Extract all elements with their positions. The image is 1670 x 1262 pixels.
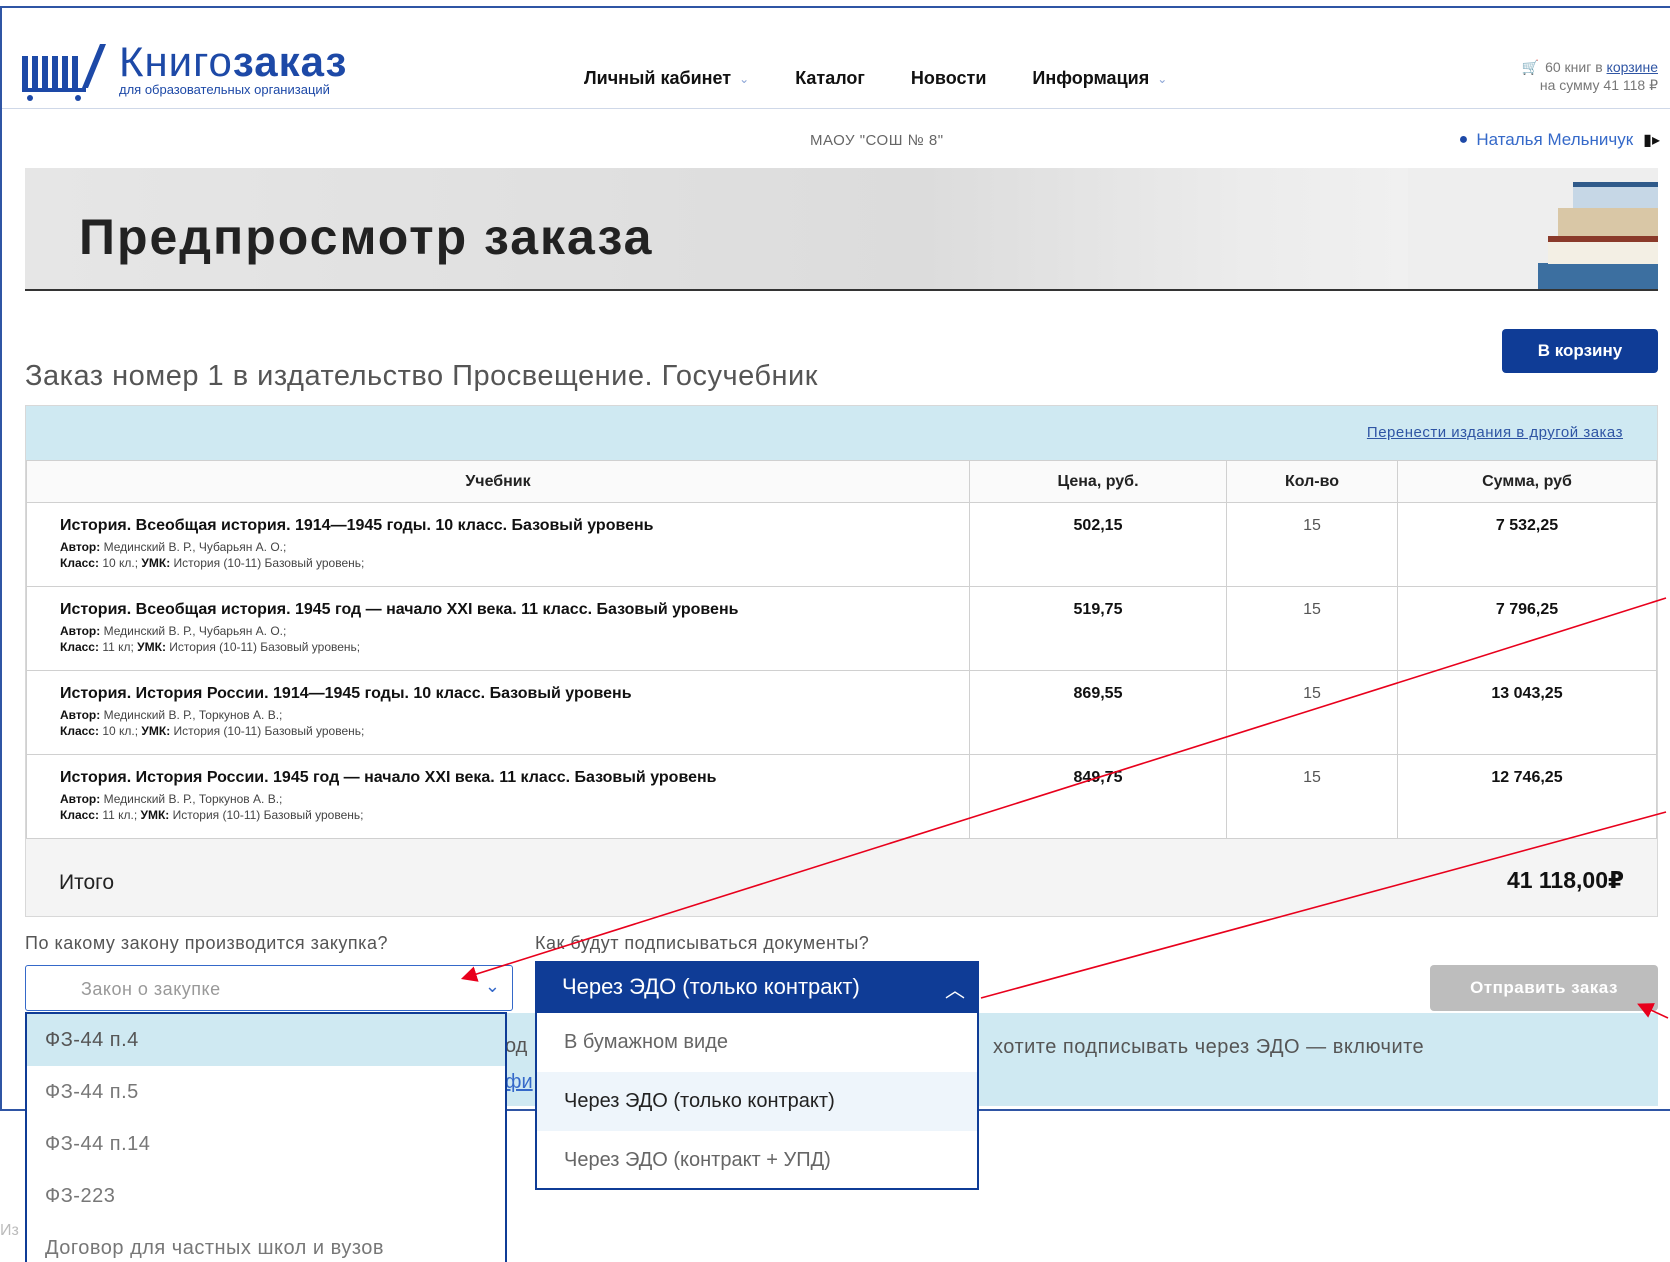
footer-fragment: Из [0, 1222, 19, 1239]
sign-option[interactable]: Через ЭДО (только контракт) [537, 1072, 977, 1131]
info-link-fragment[interactable]: фи [505, 1071, 533, 1094]
cart-icon[interactable]: 🛒 [1522, 58, 1539, 76]
qty-cell: 15 [1226, 502, 1398, 587]
header-divider [2, 108, 1670, 109]
nav-news[interactable]: Новости [911, 68, 986, 89]
books-illustration [1408, 168, 1658, 289]
chevron-down-icon: ⌄ [1157, 71, 1168, 86]
price-cell: 849,75 [969, 754, 1227, 839]
user-menu[interactable]: ● Наталья Мельничук ▮▸ [1459, 130, 1660, 150]
move-items-link[interactable]: Перенести издания в другой заказ [1367, 424, 1623, 441]
law-option[interactable]: ФЗ-44 п.14 [27, 1118, 505, 1170]
main-nav: Личный кабинет ⌄ Каталог Новости Информац… [584, 68, 1213, 89]
user-name[interactable]: Наталья Мельничук [1476, 130, 1633, 150]
law-select-placeholder: Закон о закупке [81, 979, 221, 999]
total-row: Итого 41 118,00₽ [26, 839, 1657, 919]
order-title: Заказ номер 1 в издательство Просвещение… [25, 360, 818, 392]
send-order-button[interactable]: Отправить заказ [1430, 965, 1658, 1011]
qty-cell: 15 [1226, 754, 1398, 839]
chevron-up-icon: ︿ [945, 980, 965, 1002]
sign-option[interactable]: В бумажном виде [537, 1013, 977, 1072]
to-cart-button[interactable]: В корзину [1502, 329, 1658, 373]
page-banner: Предпросмотр заказа [25, 168, 1658, 291]
sum-cell: 7 532,25 [1397, 502, 1657, 587]
price-cell: 869,55 [969, 670, 1227, 755]
sum-cell: 13 043,25 [1397, 670, 1657, 755]
sum-cell: 12 746,25 [1397, 754, 1657, 839]
book-title: История. История России. 1945 год — нача… [60, 769, 717, 786]
school-name: МАОУ "СОШ № 8" [810, 132, 944, 149]
sign-dropdown-list: В бумажном виде Через ЭДО (только контра… [535, 1013, 979, 1190]
chevron-down-icon: ⌄ [739, 71, 750, 86]
sign-select[interactable]: Через ЭДО (только контракт) ︿ [535, 961, 979, 1013]
table-row: История. Всеобщая история. 1914—1945 год… [26, 502, 1657, 587]
col-header-textbook: Учебник [26, 460, 970, 503]
order-toolbar: Перенести издания в другой заказ [26, 406, 1657, 460]
law-option[interactable]: ФЗ-44 п.5 [27, 1066, 505, 1118]
chevron-down-icon: ⌄ [484, 976, 500, 996]
law-question-label: По какому закону производится закупка? [25, 933, 388, 953]
info-text-fragment: од [505, 1035, 528, 1057]
law-dropdown-list: ФЗ-44 п.4 ФЗ-44 п.5 ФЗ-44 п.14 ФЗ-223 До… [25, 1012, 507, 1262]
order-table-container: Перенести издания в другой заказ Учебник… [25, 405, 1658, 917]
logo[interactable]: Книгозаказ для образовательных организац… [20, 40, 347, 102]
nav-info[interactable]: Информация ⌄ [1032, 68, 1167, 89]
page-title: Предпросмотр заказа [79, 209, 654, 265]
law-select[interactable]: Закон о закупке ⌄ [25, 965, 513, 1011]
book-title: История. История России. 1914—1945 годы.… [60, 685, 632, 702]
sign-select-value: Через ЭДО (только контракт) [562, 974, 860, 999]
law-option[interactable]: Договор для частных школ и вузов [27, 1222, 505, 1262]
total-value: 41 118,00₽ [1506, 867, 1624, 893]
col-header-qty: Кол-во [1226, 460, 1398, 503]
logo-subtitle: для образовательных организаций [119, 82, 330, 97]
nav-personal-account[interactable]: Личный кабинет ⌄ [584, 68, 749, 89]
cart-total: на сумму 41 118 ₽ [1539, 77, 1658, 93]
nav-catalog[interactable]: Каталог [795, 68, 865, 89]
user-icon: ● [1458, 131, 1469, 148]
table-row: История. Всеобщая история. 1945 год — на… [26, 586, 1657, 671]
basket-logo-icon [22, 44, 106, 101]
table-row: История. История России. 1914—1945 годы.… [26, 670, 1657, 755]
order-table: Учебник Цена, руб. Кол-во Сумма, руб Ист… [26, 460, 1657, 839]
sign-option[interactable]: Через ЭДО (контракт + УПД) [537, 1131, 977, 1190]
book-title: История. Всеобщая история. 1914—1945 год… [60, 517, 654, 534]
law-option[interactable]: ФЗ-44 п.4 [27, 1014, 505, 1066]
qty-cell: 15 [1226, 586, 1398, 671]
sign-question-label: Как будут подписываться документы? [535, 933, 870, 953]
price-cell: 502,15 [969, 502, 1227, 587]
edo-info-text: хотите подписывать через ЭДО — включите [993, 1036, 1425, 1058]
qty-cell: 15 [1226, 670, 1398, 755]
col-header-price: Цена, руб. [969, 460, 1227, 503]
sum-cell: 7 796,25 [1397, 586, 1657, 671]
law-option[interactable]: ФЗ-223 [27, 1170, 505, 1222]
book-title: История. Всеобщая история. 1945 год — на… [60, 601, 739, 618]
logo-name: Книгозаказ [119, 38, 348, 85]
total-label: Итого [59, 871, 115, 894]
table-row: История. История России. 1945 год — нача… [26, 754, 1657, 839]
logout-icon[interactable]: ▮▸ [1643, 130, 1660, 150]
col-header-sum: Сумма, руб [1397, 460, 1657, 503]
cart-link[interactable]: корзине [1607, 59, 1658, 75]
price-cell: 519,75 [969, 586, 1227, 671]
cart-summary: 🛒 60 книг в корзине на сумму 41 118 ₽ [1521, 58, 1658, 93]
